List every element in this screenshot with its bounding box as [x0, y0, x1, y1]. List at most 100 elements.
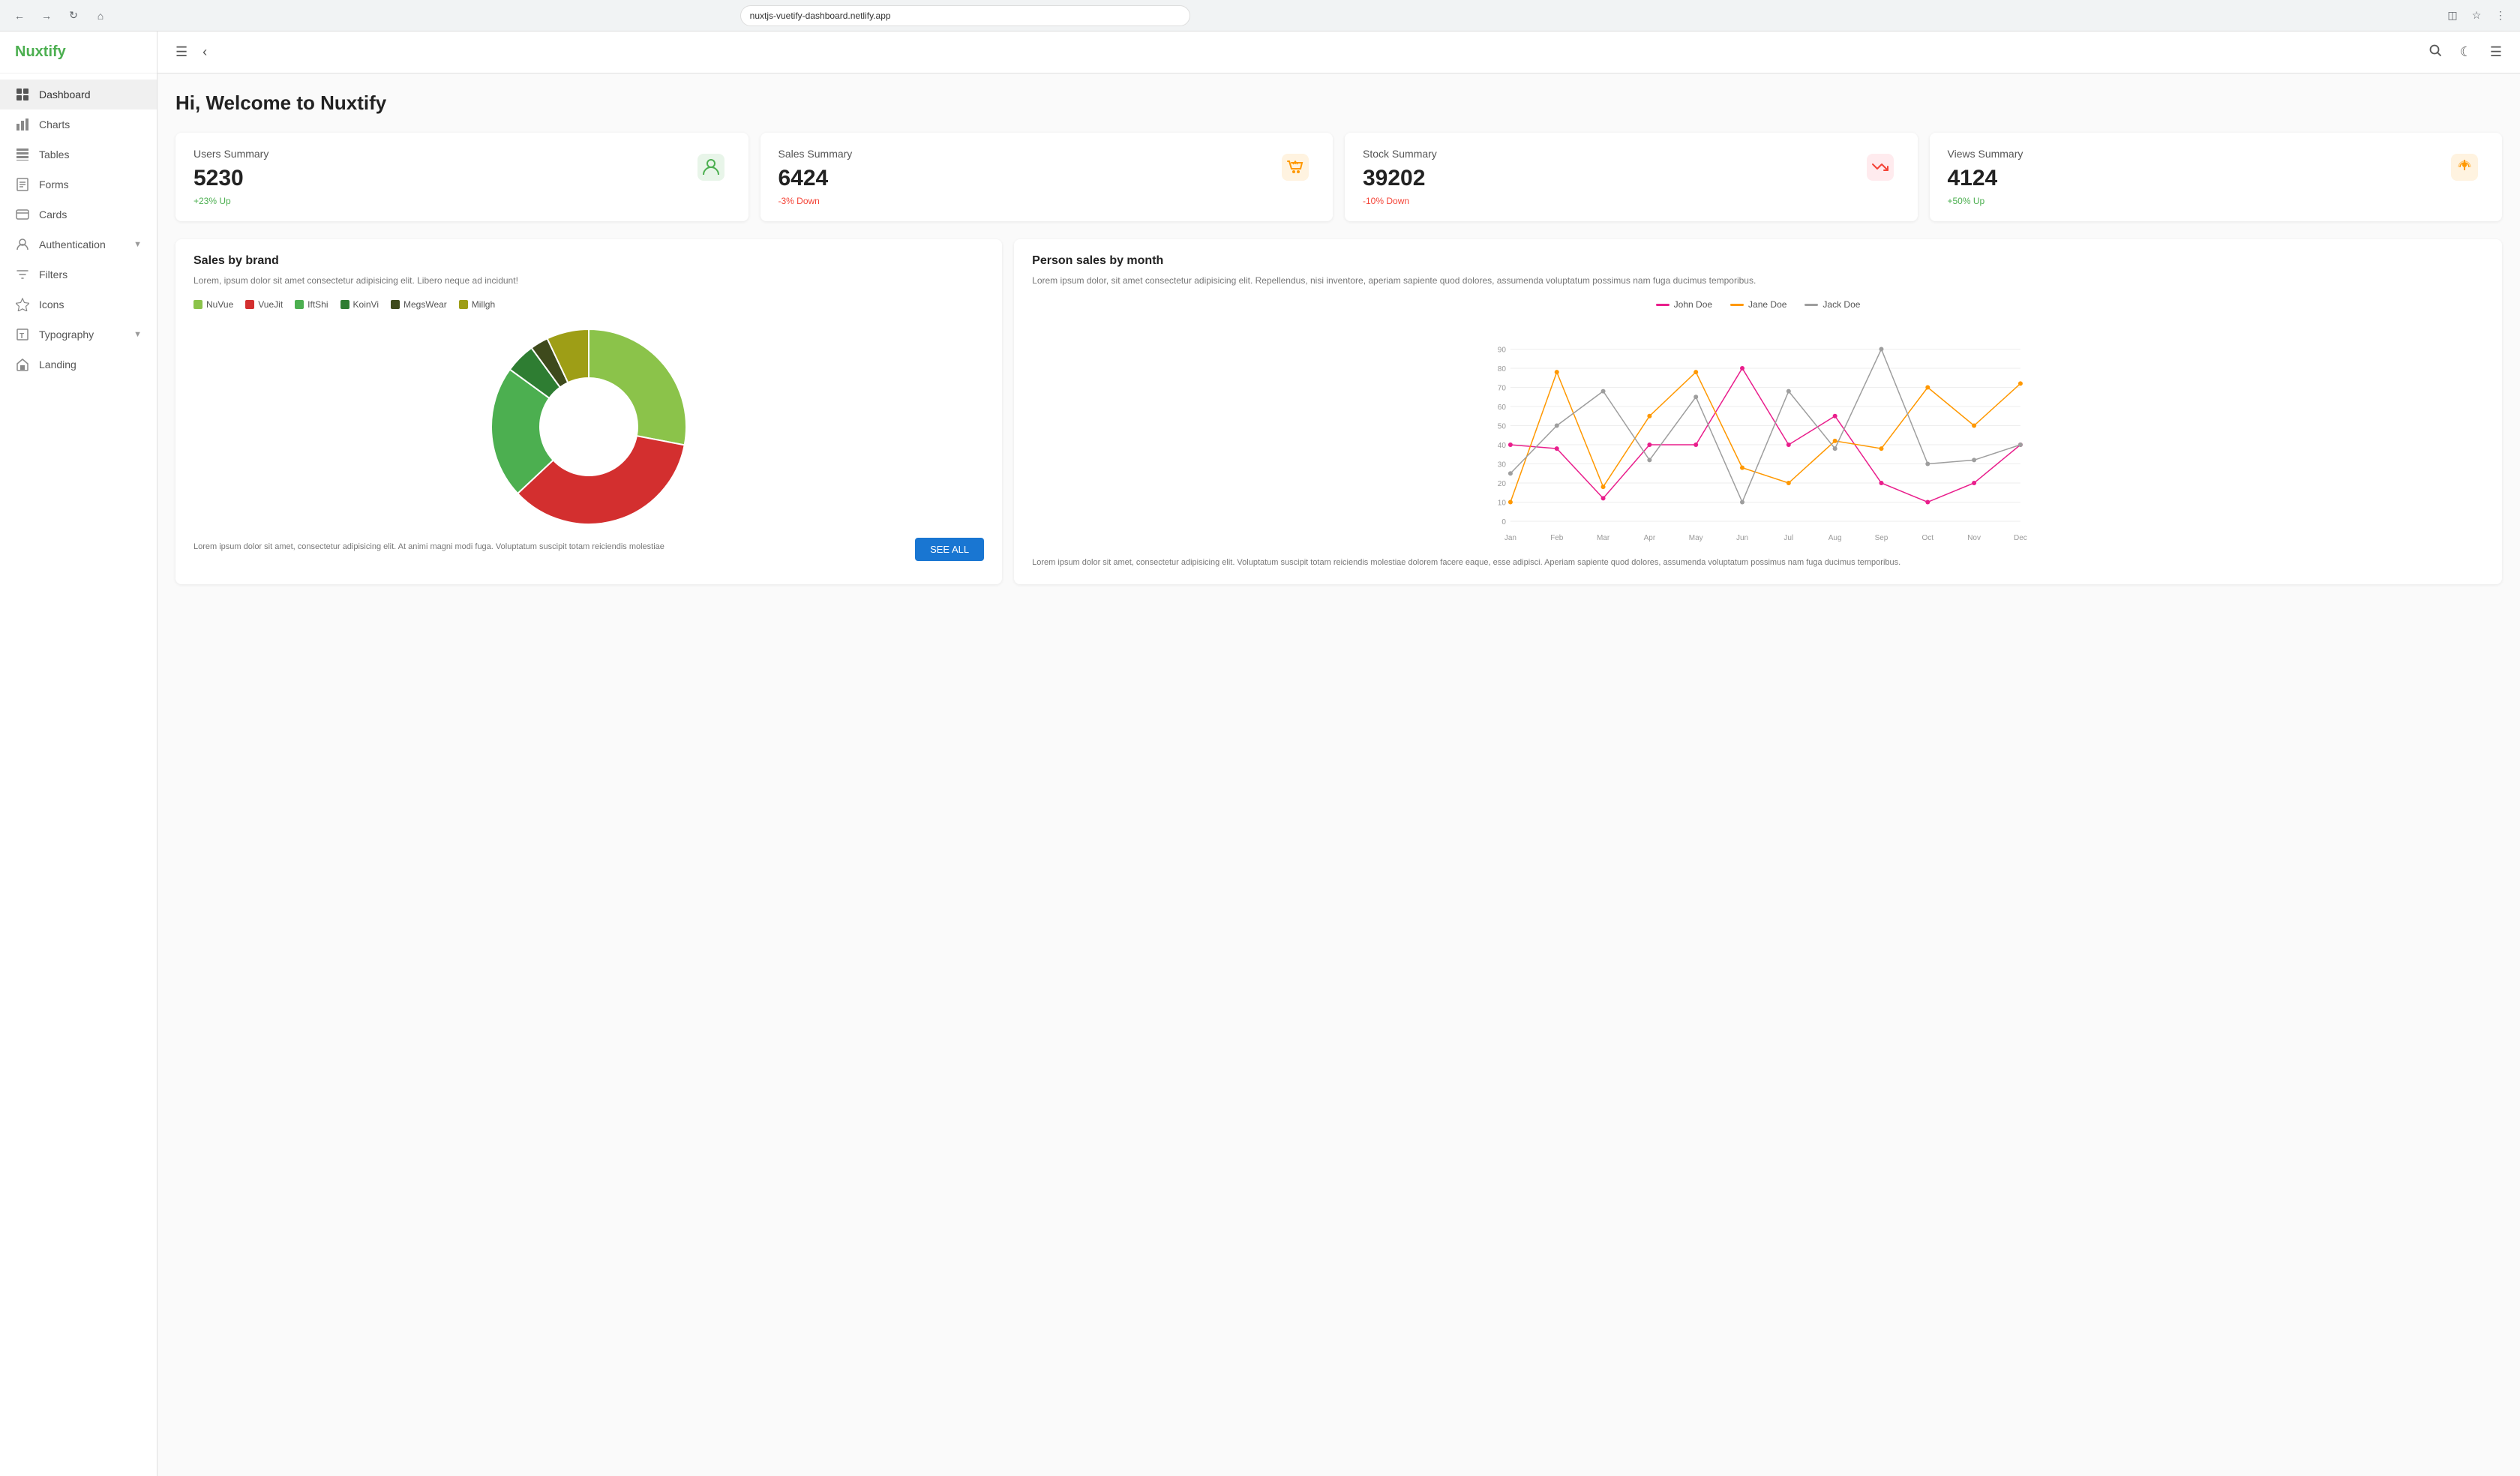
sidebar-item-authentication[interactable]: Authentication ▼ — [0, 230, 157, 260]
line-dot — [1555, 446, 1559, 451]
line-dot — [1880, 481, 1884, 485]
summary-card-change-2: -10% Down — [1363, 196, 1437, 206]
theme-toggle-button[interactable]: ☾ — [2457, 41, 2475, 63]
summary-card-icon-0 — [692, 148, 730, 187]
more-options-button[interactable]: ☰ — [2487, 41, 2505, 63]
sidebar-item-label-landing: Landing — [39, 358, 76, 370]
see-all-button[interactable]: SEE ALL — [915, 538, 984, 561]
typography-icon: T — [15, 327, 30, 342]
legend-color-dot — [245, 300, 254, 309]
summary-card-salessummary: Sales Summary 6424 -3% Down — [760, 133, 1334, 221]
line-dot — [1925, 500, 1930, 505]
hamburger-menu-button[interactable]: ☰ — [172, 41, 190, 63]
summary-card-value-3: 4124 — [1948, 166, 2024, 191]
summary-card-label-1: Sales Summary — [778, 148, 853, 160]
home-button[interactable]: ⌂ — [90, 5, 111, 26]
line-dot — [1740, 500, 1744, 505]
line-series — [1510, 372, 2020, 502]
legend-label: VueJit — [258, 299, 283, 310]
donut-legend-item: MegsWear — [391, 299, 447, 310]
donut-chart-title: Sales by brand — [194, 254, 984, 268]
donut-legend-item: KoinVi — [340, 299, 379, 310]
top-header: ☰ ‹ ☾ ☰ — [158, 32, 2520, 74]
header-back-button[interactable]: ‹ — [200, 41, 210, 63]
sidebar-item-label-typography: Typography — [39, 328, 94, 340]
cards-icon — [15, 207, 30, 222]
line-dot — [1601, 496, 1606, 500]
sidebar-item-icons[interactable]: Icons — [0, 290, 157, 320]
summary-card-label-2: Stock Summary — [1363, 148, 1437, 160]
line-dot — [1508, 500, 1513, 505]
line-dot — [1972, 481, 1976, 485]
line-dot — [1694, 442, 1698, 447]
charts-row: Sales by brand Lorem, ipsum dolor sit am… — [176, 239, 2502, 584]
sidebar-item-typography[interactable]: T Typography ▼ — [0, 320, 157, 350]
menu-button[interactable]: ⋮ — [2490, 5, 2511, 26]
line-dot — [1833, 446, 1838, 451]
line-series — [1510, 368, 2020, 502]
y-axis-label: 60 — [1498, 404, 1507, 412]
header-actions: ☾ ☰ — [2426, 40, 2505, 64]
line-legend-color — [1804, 304, 1818, 306]
extensions-button[interactable]: ◫ — [2442, 5, 2463, 26]
search-button[interactable] — [2426, 40, 2445, 64]
x-axis-label: Jan — [1504, 534, 1516, 542]
back-button[interactable]: ← — [9, 5, 30, 26]
y-axis-label: 20 — [1498, 480, 1507, 488]
browser-toolbar: ◫ ☆ ⋮ — [2442, 5, 2511, 26]
summary-card-change-0: +23% Up — [194, 196, 268, 206]
sidebar-item-forms[interactable]: Forms — [0, 170, 157, 200]
address-bar[interactable]: nuxtjs-vuetify-dashboard.netlify.app — [740, 5, 1190, 26]
y-axis-label: 30 — [1498, 461, 1507, 470]
authentication-icon — [15, 237, 30, 252]
tables-icon — [15, 147, 30, 162]
line-chart-container: 0102030405060708090JanFebMarAprMayJunJul… — [1032, 319, 2484, 548]
reload-button[interactable]: ↻ — [63, 5, 84, 26]
line-legend-color — [1730, 304, 1744, 306]
sidebar-item-filters[interactable]: Filters — [0, 260, 157, 290]
summary-card-icon-2 — [1861, 148, 1900, 187]
app-container: Nuxtify Dashboard — [0, 32, 2520, 1476]
line-legend-item: John Doe — [1656, 299, 1712, 310]
x-axis-label: Feb — [1550, 534, 1564, 542]
summary-card-value-2: 39202 — [1363, 166, 1437, 191]
legend-label: IftShi — [308, 299, 328, 310]
icons-icon — [15, 297, 30, 312]
svg-text:T: T — [20, 332, 24, 340]
x-axis-label: May — [1689, 534, 1703, 542]
forward-button[interactable]: → — [36, 5, 57, 26]
donut-legend-item: VueJit — [245, 299, 283, 310]
line-dot — [1648, 442, 1652, 447]
line-dot — [1880, 347, 1884, 352]
sidebar-item-tables[interactable]: Tables — [0, 140, 157, 170]
y-axis-label: 90 — [1498, 346, 1507, 355]
bookmark-button[interactable]: ☆ — [2466, 5, 2487, 26]
summary-card-icon-3 — [2445, 148, 2484, 187]
summary-card-text-3: Views Summary 4124 +50% Up — [1948, 148, 2024, 206]
y-axis-label: 40 — [1498, 442, 1507, 450]
sidebar-item-dashboard[interactable]: Dashboard — [0, 80, 157, 110]
sidebar-item-landing[interactable]: Landing — [0, 350, 157, 380]
browser-chrome: ← → ↻ ⌂ nuxtjs-vuetify-dashboard.netlify… — [0, 0, 2520, 32]
line-legend-label: Jack Doe — [1822, 299, 1860, 310]
sidebar-item-label-dashboard: Dashboard — [39, 88, 91, 100]
line-legend: John DoeJane DoeJack Doe — [1032, 299, 2484, 310]
landing-icon — [15, 357, 30, 372]
dashboard-icon — [15, 87, 30, 102]
line-dot — [1833, 414, 1838, 418]
line-footer-text: Lorem ipsum dolor sit amet, consectetur … — [1032, 556, 2484, 569]
legend-label: MegsWear — [404, 299, 447, 310]
sidebar-item-cards[interactable]: Cards — [0, 200, 157, 230]
legend-label: Millgh — [472, 299, 495, 310]
x-axis-label: Mar — [1597, 534, 1610, 542]
legend-color-dot — [391, 300, 400, 309]
sidebar-item-label-filters: Filters — [39, 268, 68, 280]
donut-legend-item: NuVue — [194, 299, 233, 310]
line-dot — [1786, 442, 1791, 447]
sidebar-item-charts[interactable]: Charts — [0, 110, 157, 140]
line-legend-color — [1656, 304, 1670, 306]
line-dot — [2018, 442, 2023, 447]
y-axis-label: 80 — [1498, 365, 1507, 374]
line-dot — [2018, 381, 2023, 386]
summary-card-icon-1 — [1276, 148, 1315, 187]
